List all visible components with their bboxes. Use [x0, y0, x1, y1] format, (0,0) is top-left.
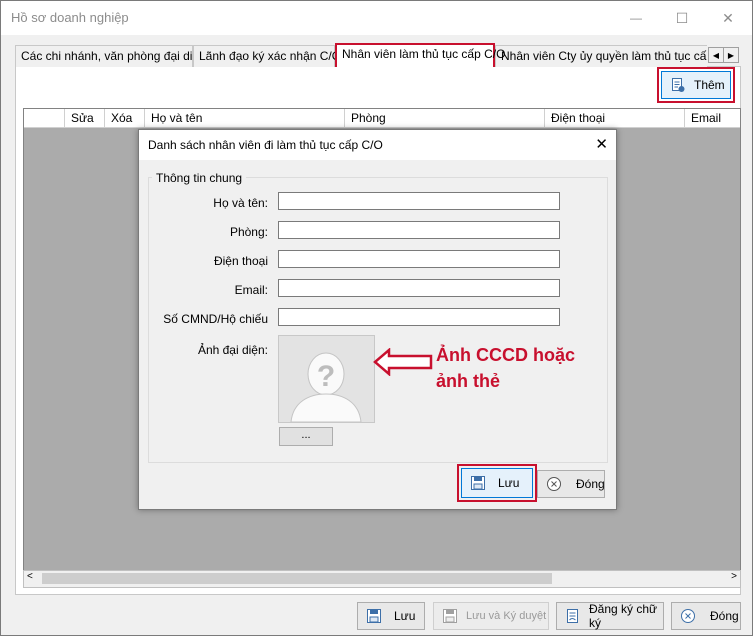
phone-field[interactable] [278, 250, 560, 268]
svg-text:?: ? [317, 360, 335, 393]
dialog-title: Danh sách nhân viên đi làm thủ tục cấp C… [148, 138, 383, 152]
tab-label: Nhân viên làm thủ tục cấp C/O [342, 47, 506, 61]
footer-save-button[interactable]: Lưu [357, 602, 425, 630]
tab-label: Các chi nhánh, văn phòng đại diện [21, 49, 206, 63]
annotation-text: Ảnh CCCD hoặc ảnh thẻ [436, 342, 575, 394]
dialog-close-action-button[interactable]: Đóng [537, 470, 605, 498]
minimize-button[interactable]: — [613, 1, 659, 35]
group-title: Thông tin chung [152, 171, 247, 185]
phone-label: Điện thoại [213, 254, 268, 268]
scroll-left-arrow[interactable]: < [27, 571, 33, 582]
tab-branches[interactable]: Các chi nhánh, văn phòng đại diện [15, 45, 206, 67]
window-title: Hồ sơ doanh nghiệp [11, 10, 129, 25]
column-header-phone[interactable]: Điện thoại [544, 109, 683, 127]
dialog-save-button[interactable]: Lưu [457, 464, 537, 502]
column-header-delete[interactable]: Xóa [104, 109, 145, 127]
department-label: Phòng: [229, 225, 268, 239]
column-header-department[interactable]: Phòng [344, 109, 543, 127]
arrow-left-icon [373, 348, 433, 376]
tab-strip: Các chi nhánh, văn phòng đại diện Lãnh đ… [15, 43, 707, 67]
tab-label: Nhân viên Cty ủy quyền làm thủ tục cấp C… [501, 49, 707, 63]
add-button[interactable]: Thêm [657, 67, 735, 103]
close-window-button[interactable]: ✕ [705, 1, 751, 35]
grid-header: Sửa Xóa Họ và tên Phòng Điện thoại Email [24, 109, 740, 128]
id-number-label: Số CMND/Hộ chiếu [163, 312, 268, 326]
close-circle-icon [546, 476, 562, 492]
add-button-label: Thêm [694, 78, 725, 92]
tab-leaders[interactable]: Lãnh đạo ký xác nhận C/O [193, 45, 341, 67]
main-window: Hồ sơ doanh nghiệp — ☐ ✕ Các chi nhánh, … [0, 0, 753, 636]
register-signature-button[interactable]: Đăng ký chữ ký [556, 602, 664, 630]
staff-dialog: Danh sách nhân viên đi làm thủ tục cấp C… [138, 129, 617, 510]
footer-close-label: Đóng [710, 609, 739, 623]
scrollbar-thumb[interactable] [42, 573, 552, 584]
photo-label: Ảnh đại diện: [197, 343, 268, 357]
dialog-close-label: Đóng [576, 477, 605, 491]
name-label: Họ và tên: [213, 196, 268, 210]
column-header-edit[interactable]: Sửa [64, 109, 105, 127]
close-icon: ✕ [722, 9, 734, 26]
maximize-icon: ☐ [675, 9, 689, 26]
close-circle-icon [680, 608, 696, 624]
column-header-email[interactable]: Email [684, 109, 741, 127]
chevron-left-icon: ◀ [712, 50, 720, 60]
floppy-disk-icon [470, 475, 486, 491]
annotation-line-2: ảnh thẻ [436, 371, 501, 391]
tab-label: Lãnh đạo ký xác nhận C/O [199, 49, 342, 63]
name-field[interactable] [278, 192, 560, 210]
signature-document-icon [565, 608, 581, 624]
minimize-icon: — [630, 11, 642, 25]
footer-save-label: Lưu [394, 609, 416, 623]
tab-staff[interactable]: Nhân viên làm thủ tục cấp C/O [335, 43, 505, 67]
id-number-field[interactable] [278, 308, 560, 326]
tab-prev-button[interactable]: ◀ [708, 47, 724, 63]
browse-photo-button[interactable]: ... [279, 427, 333, 446]
save-and-approve-label: Lưu và Ký duyệt [466, 610, 547, 622]
avatar-photo[interactable]: ? [278, 335, 375, 423]
dialog-close-button[interactable]: ✕ [595, 135, 608, 153]
person-placeholder-icon: ? [290, 352, 362, 423]
dialog-save-label: Lưu [498, 476, 520, 490]
register-signature-label: Đăng ký chữ ký [589, 602, 658, 630]
email-label: Email: [234, 283, 268, 297]
floppy-disk-icon [442, 608, 458, 624]
email-field[interactable] [278, 279, 560, 297]
annotation-line-1: Ảnh CCCD hoặc [436, 345, 575, 365]
horizontal-scrollbar[interactable]: < > [23, 570, 741, 588]
footer-close-button[interactable]: Đóng [671, 602, 741, 630]
dialog-title-bar: Danh sách nhân viên đi làm thủ tục cấp C… [139, 130, 616, 160]
chevron-right-icon: ▶ [727, 50, 735, 60]
title-bar: Hồ sơ doanh nghiệp — ☐ ✕ [1, 1, 752, 35]
scroll-right-arrow[interactable]: > [731, 571, 737, 582]
department-field[interactable] [278, 221, 560, 239]
tab-authorized-staff[interactable]: Nhân viên Cty ủy quyền làm thủ tục cấp C… [495, 45, 707, 67]
save-and-approve-button[interactable]: Lưu và Ký duyệt [433, 602, 549, 630]
document-add-icon [670, 77, 686, 93]
maximize-button[interactable]: ☐ [659, 1, 705, 35]
floppy-disk-icon [366, 608, 382, 624]
column-header-name[interactable]: Họ và tên [144, 109, 343, 127]
tab-next-button[interactable]: ▶ [723, 47, 739, 63]
